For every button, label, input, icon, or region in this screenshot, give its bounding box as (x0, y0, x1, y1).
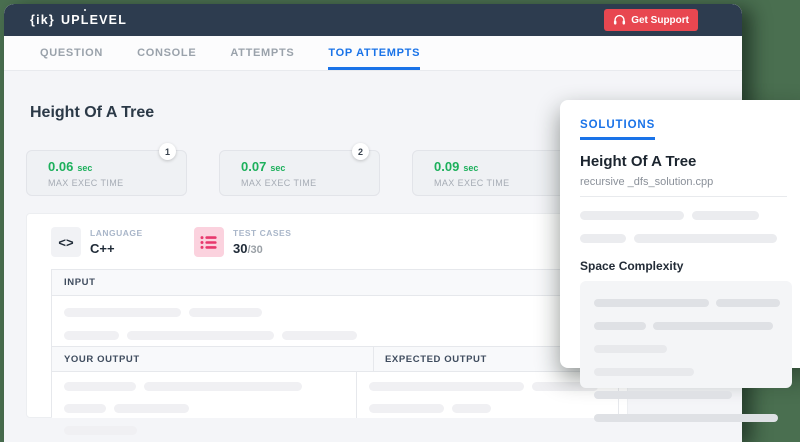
language-value: C++ (90, 241, 115, 256)
get-support-button[interactable]: Get Support (604, 9, 698, 31)
exec-time-label: MAX EXEC TIME (434, 178, 510, 188)
rank-badge: 2 (352, 143, 369, 160)
exec-time-label: MAX EXEC TIME (241, 178, 317, 188)
app-header: {ik} UP LEVEL Get Support (4, 4, 742, 36)
tab-attempts[interactable]: ATTEMPTS (230, 36, 294, 70)
logo-name-post: EVEL (89, 13, 128, 27)
space-complexity-skeleton (580, 281, 792, 422)
your-output-skeleton (52, 372, 357, 436)
exec-time-card-3[interactable]: 0.09 sec MAX EXEC TIME (412, 150, 573, 196)
screenshot-canvas: {ik} UP LEVEL Get Support QUESTION CONSOL… (0, 0, 800, 442)
exec-time-cards: 1 0.06 sec MAX EXEC TIME 2 0.07 sec MAX … (26, 143, 573, 196)
test-cases-label: TEST CASES (233, 228, 292, 238)
tab-console[interactable]: CONSOLE (137, 36, 196, 70)
tab-bar: QUESTION CONSOLE ATTEMPTS TOP ATTEMPTS (4, 36, 742, 71)
solution-title: Height Of A Tree (580, 153, 697, 170)
exec-time-value: 0.07 (241, 159, 267, 174)
exec-time-value-line: 0.07 sec (241, 159, 379, 174)
logo-name-l: L (81, 9, 90, 27)
exec-time-card-1[interactable]: 1 0.06 sec MAX EXEC TIME (26, 143, 187, 196)
logo-l-dot-decoration (84, 9, 87, 11)
logo-braces: {ik} (30, 13, 55, 27)
rank-badge: 1 (159, 143, 176, 160)
test-result-table: INPUT YOUR OUTPUT EXPECTED OUTPUT (51, 269, 619, 436)
get-support-label: Get Support (631, 14, 689, 26)
brand-logo: {ik} UP LEVEL (30, 9, 128, 27)
solution-filename: recursive _dfs_solution.cpp (580, 176, 714, 188)
your-output-header: YOUR OUTPUT (52, 347, 374, 371)
tab-question[interactable]: QUESTION (40, 36, 103, 70)
logo-name-pre: UP (60, 13, 81, 27)
exec-time-value: 0.06 (48, 159, 74, 174)
input-skeleton-body (52, 296, 618, 346)
input-header: INPUT (52, 270, 618, 296)
output-headers-row: YOUR OUTPUT EXPECTED OUTPUT (52, 346, 618, 372)
exec-time-label: MAX EXEC TIME (48, 178, 124, 188)
exec-time-value-line: 0.06 sec (48, 159, 186, 174)
space-complexity-title: Space Complexity (580, 259, 684, 273)
exec-time-unit: sec (270, 163, 286, 173)
expected-output-skeleton (357, 372, 618, 418)
tab-top-attempts[interactable]: TOP ATTEMPTS (328, 36, 421, 70)
output-skeleton-body (52, 372, 618, 436)
solution-text-skeleton (580, 207, 800, 248)
exec-time-unit: sec (77, 163, 93, 173)
language-label: LANGUAGE (90, 228, 143, 238)
logo-name: UP LEVEL (60, 9, 128, 27)
headset-icon (613, 14, 626, 26)
test-list-icon (194, 227, 224, 257)
exec-time-card-2[interactable]: 2 0.07 sec MAX EXEC TIME (219, 143, 380, 196)
tab-solutions[interactable]: SOLUTIONS (580, 119, 656, 140)
solutions-panel: SOLUTIONS Height Of A Tree recursive _df… (560, 100, 800, 422)
page-title: Height Of A Tree (30, 104, 155, 121)
test-cases-score: 30/30 (233, 241, 291, 256)
test-cases-meta: TEST CASES 30/30 (194, 227, 291, 257)
attempt-detail-card: <> LANGUAGE C++ TEST CASES 30/30 INPUT Y… (26, 213, 628, 436)
test-cases-passed: 30 (233, 241, 248, 256)
exec-time-value-line: 0.09 sec (434, 159, 572, 174)
language-meta: <> LANGUAGE C++ (51, 227, 143, 257)
test-cases-total: /30 (247, 244, 263, 256)
code-icon: <> (51, 227, 81, 257)
divider (580, 196, 787, 197)
exec-time-unit: sec (463, 163, 479, 173)
exec-time-value: 0.09 (434, 159, 460, 174)
